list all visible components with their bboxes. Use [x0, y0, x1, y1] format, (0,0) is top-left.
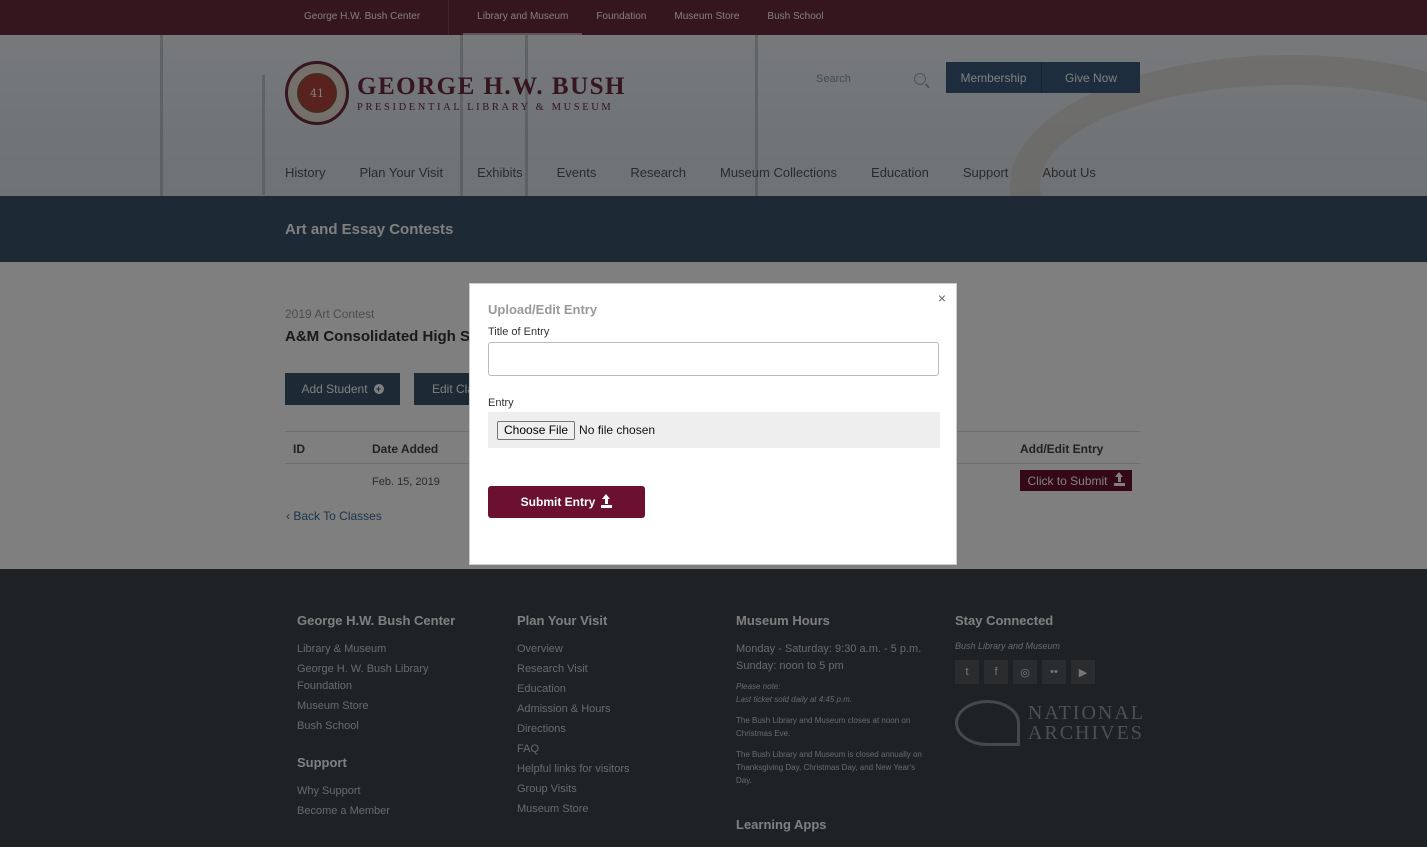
title-of-entry-label: Title of Entry: [488, 326, 550, 338]
file-input: Choose File No file chosen: [488, 412, 940, 448]
close-icon[interactable]: ×: [938, 290, 946, 306]
title-of-entry-input[interactable]: [488, 342, 939, 376]
upload-entry-modal: × Upload/Edit Entry Title of Entry Entry…: [469, 283, 957, 565]
entry-label: Entry: [488, 397, 514, 409]
submit-entry-label: Submit Entry: [520, 495, 596, 509]
upload-icon: [601, 493, 613, 508]
file-status: No file chosen: [579, 423, 656, 437]
choose-file-button[interactable]: Choose File: [497, 420, 576, 440]
modal-title: Upload/Edit Entry: [488, 302, 598, 317]
submit-entry-button[interactable]: Submit Entry: [488, 486, 645, 518]
